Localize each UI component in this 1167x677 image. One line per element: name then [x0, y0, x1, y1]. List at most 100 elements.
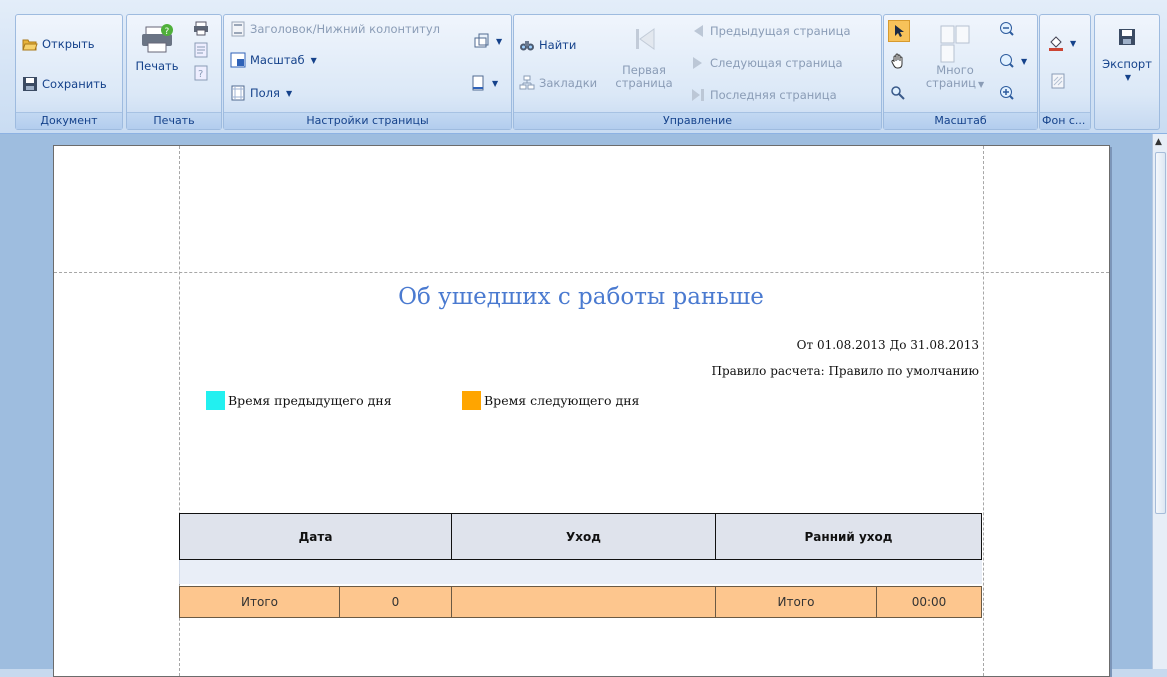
paper-size-icon	[470, 75, 486, 91]
group-title-print: Печать	[127, 112, 221, 129]
open-button[interactable]: Открыть	[22, 36, 95, 52]
column-header-early-leave: Ранний уход	[715, 513, 982, 560]
last-page-icon	[690, 87, 706, 103]
scrollbar-thumb[interactable]	[1155, 152, 1166, 514]
svg-text:?: ?	[165, 27, 170, 37]
chevron-down-icon: ▼	[496, 36, 503, 46]
orientation-button[interactable]: ▼	[474, 33, 502, 49]
legend-label-next-day: Время следующего дня	[484, 393, 640, 408]
print-options-icon[interactable]: ?	[193, 65, 209, 81]
many-pages-button[interactable]: Много страниц ▼	[922, 23, 988, 91]
chevron-down-icon: ▼	[978, 80, 985, 89]
hand-tool-button[interactable]	[890, 53, 906, 69]
report-rule: Правило расчета: Правило по умолчанию	[711, 364, 980, 378]
total-label-left: Итого	[179, 586, 340, 618]
many-pages-icon	[937, 23, 973, 66]
export-button[interactable]: Экспорт ▼	[1095, 27, 1159, 84]
prev-page-label: Предыдущая страница	[710, 24, 851, 38]
magnifier-icon	[891, 86, 905, 100]
legend-swatch-previous-day	[206, 391, 225, 410]
first-page-button[interactable]: Первая страница	[615, 25, 673, 90]
legend-label-previous-day: Время предыдущего дня	[228, 393, 392, 408]
total-value-left: 0	[339, 586, 452, 618]
save-button[interactable]: Сохранить	[22, 76, 107, 92]
group-background: ▼ Фон с...	[1039, 14, 1091, 130]
printer-icon: ?	[140, 21, 174, 58]
pointer-tool-button[interactable]	[888, 20, 910, 42]
many-pages-line-2: страниц ▼	[926, 77, 984, 91]
margin-guide-right	[983, 146, 984, 676]
zoom-in-icon	[1000, 86, 1014, 100]
scale-button[interactable]: Масштаб ▼	[230, 52, 317, 68]
export-label: Экспорт	[1102, 57, 1152, 71]
zoom-level-button[interactable]: ▼	[999, 53, 1027, 69]
margins-button[interactable]: Поля ▼	[230, 85, 292, 101]
scale-label: Масштаб	[250, 53, 305, 67]
first-page-icon	[630, 25, 658, 56]
table-row-empty	[179, 560, 982, 584]
magnifier-tool-button[interactable]	[890, 85, 906, 101]
next-page-label: Следующая страница	[710, 56, 843, 70]
page-color-button[interactable]: ▼	[1048, 35, 1076, 51]
paper-size-button[interactable]: ▼	[470, 75, 498, 91]
margin-guide-top	[54, 272, 1109, 273]
paint-bucket-icon	[1049, 36, 1063, 51]
find-label: Найти	[539, 38, 577, 52]
print-label: Печать	[135, 59, 179, 73]
chevron-down-icon: ▼	[1124, 73, 1132, 82]
save-label: Сохранить	[42, 77, 107, 91]
scroll-up-icon[interactable]: ▲	[1155, 137, 1162, 147]
many-pages-label-2: страниц	[925, 76, 977, 90]
quick-print-icon[interactable]	[193, 20, 209, 36]
group-page-setup: Заголовок/Нижний колонтитул Масштаб ▼ Пол…	[223, 14, 512, 130]
page-setup-title: Настройки страницы	[306, 114, 429, 127]
header-footer-icon	[230, 21, 246, 37]
column-header-date: Дата	[179, 513, 452, 560]
orientation-icon	[474, 33, 490, 49]
find-button[interactable]: Найти	[519, 37, 576, 53]
next-page-button[interactable]: Следующая страница	[690, 55, 843, 71]
triangle-left-icon	[690, 23, 706, 39]
group-print: ? Печать ? Печать	[126, 14, 222, 130]
chevron-down-icon: ▼	[492, 78, 499, 88]
prev-page-button[interactable]: Предыдущая страница	[690, 23, 851, 39]
scale-icon	[230, 52, 246, 68]
zoom-in-button[interactable]	[999, 85, 1015, 101]
zoom-out-button[interactable]	[999, 21, 1015, 37]
chevron-down-icon: ▼	[310, 55, 317, 65]
svg-text:?: ?	[198, 69, 203, 80]
watermark-button[interactable]	[1050, 73, 1066, 89]
last-page-button[interactable]: Последняя страница	[690, 87, 837, 103]
export-icon	[1117, 27, 1137, 50]
zoom-out-icon	[1000, 22, 1014, 36]
bookmarks-button[interactable]: Закладки	[519, 75, 597, 91]
group-title-zoom: Масштаб	[884, 112, 1037, 129]
report-page: Об ушедших с работы раньше От 01.08.2013…	[53, 145, 1110, 677]
chevron-down-icon: ▼	[1070, 38, 1077, 48]
save-icon	[22, 76, 38, 92]
margins-icon	[230, 85, 246, 101]
ribbon: Открыть Сохранить Документ ? Печать ? Пе…	[0, 0, 1167, 134]
vertical-scrollbar[interactable]: ▲	[1152, 134, 1167, 669]
watermark-icon	[1051, 73, 1065, 89]
group-title-background: Фон с...	[1040, 112, 1090, 129]
zoom-icon	[1000, 54, 1014, 68]
report-title: Об ушедших с работы раньше	[398, 284, 764, 310]
triangle-right-icon	[690, 55, 706, 71]
chevron-down-icon: ▼	[285, 88, 293, 98]
bookmarks-icon	[519, 75, 535, 91]
group-document: Открыть Сохранить Документ	[15, 14, 123, 130]
total-spacer	[451, 586, 716, 618]
last-page-label: Последняя страница	[710, 88, 837, 102]
group-navigation: Найти Закладки Первая страница Предыдуща…	[513, 14, 882, 130]
total-value-right: 00:00	[876, 586, 982, 618]
print-button[interactable]: ? Печать	[131, 21, 183, 73]
header-footer-label: Заголовок/Нижний колонтитул	[250, 22, 441, 36]
legend-swatch-next-day	[462, 391, 481, 410]
margins-label: Поля	[250, 86, 280, 100]
group-export: Экспорт ▼	[1094, 14, 1160, 130]
open-label: Открыть	[42, 37, 95, 51]
binoculars-icon	[519, 37, 535, 53]
header-footer-button[interactable]: Заголовок/Нижний колонтитул	[230, 21, 440, 37]
page-setup-icon[interactable]	[193, 42, 209, 58]
